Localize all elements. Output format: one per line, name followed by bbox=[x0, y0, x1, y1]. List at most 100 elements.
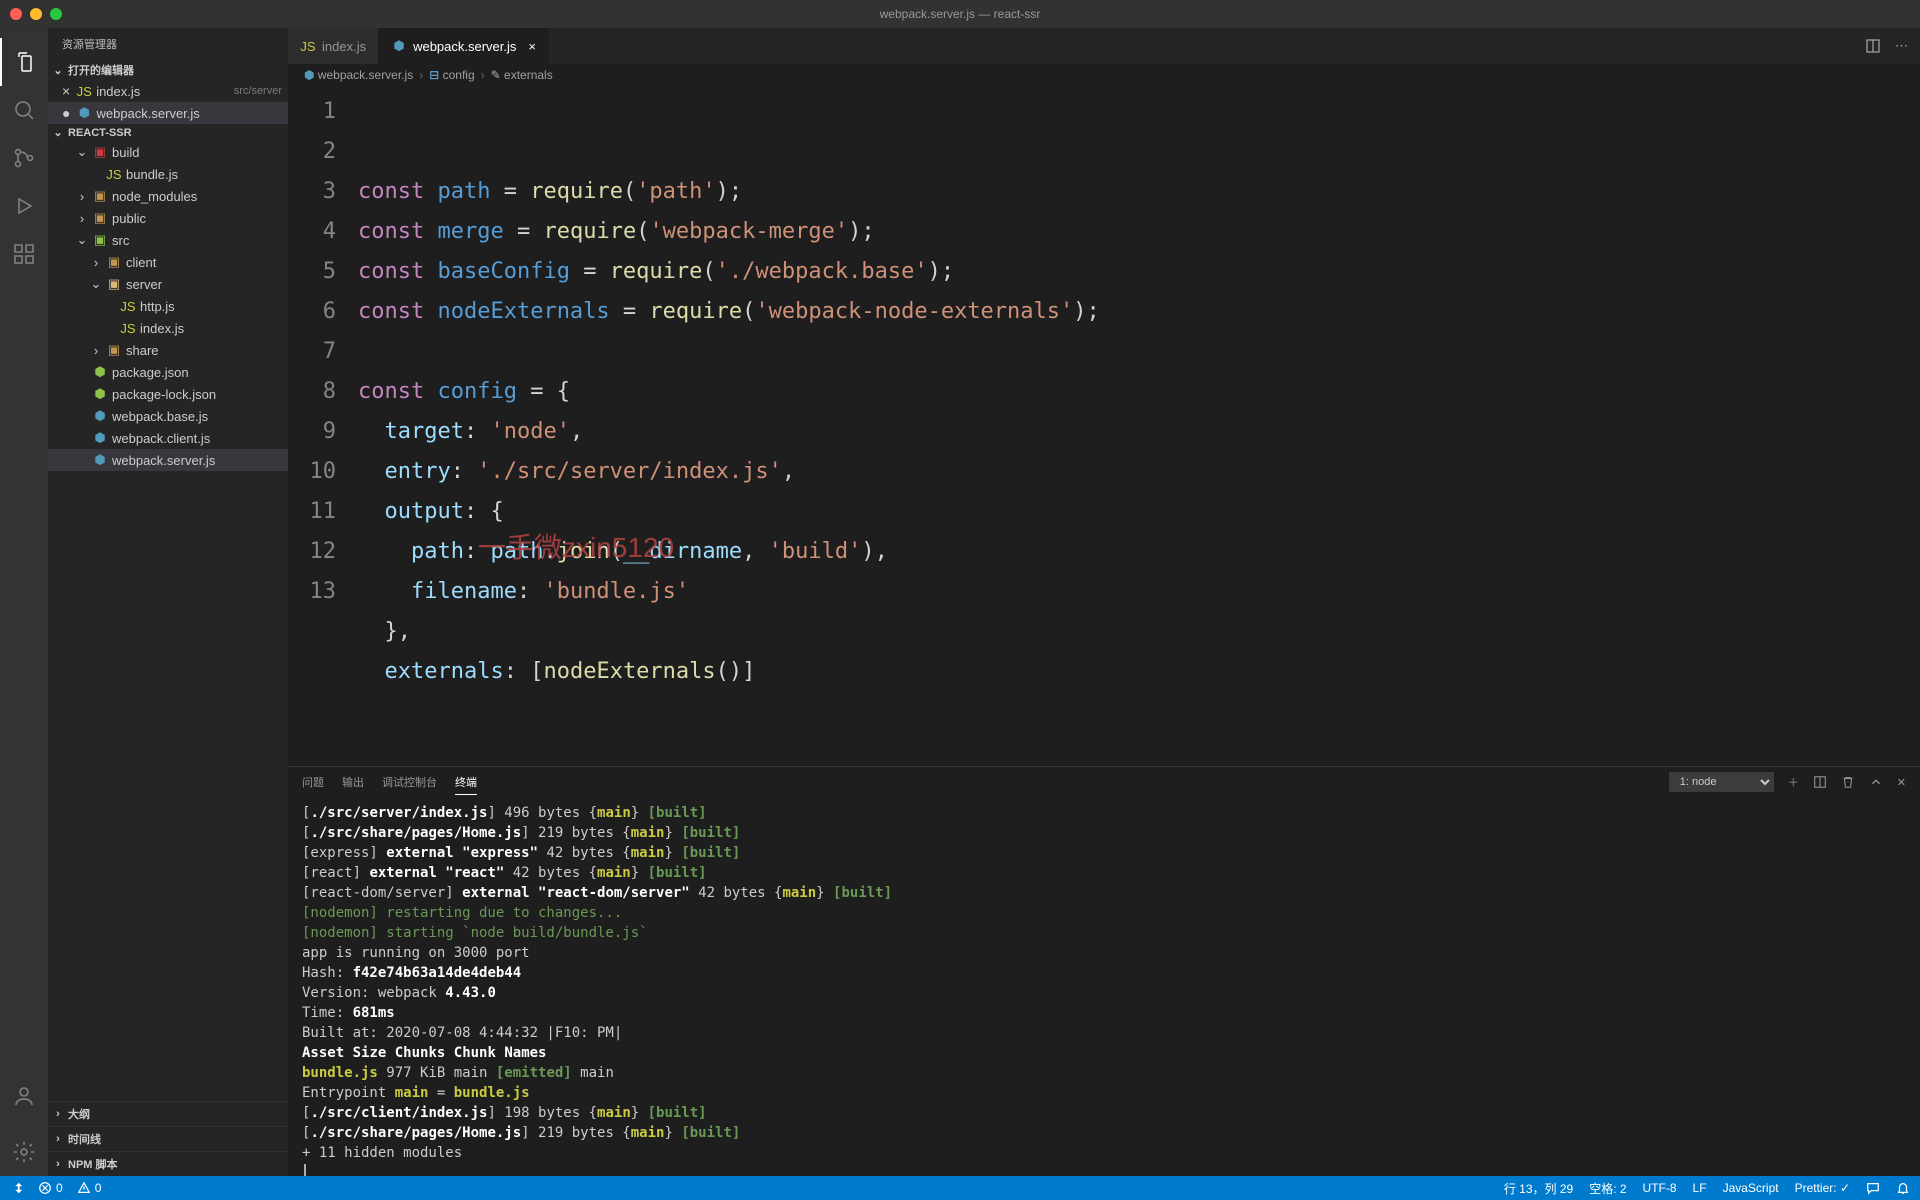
open-editors-list: ×JSindex.jssrc/server●⬢webpack.server.js bbox=[48, 80, 288, 124]
open-editor-item[interactable]: ×JSindex.jssrc/server bbox=[48, 80, 288, 102]
file-icon: ⬢ bbox=[76, 105, 92, 121]
close-panel-icon[interactable]: ✕ bbox=[1897, 776, 1906, 789]
folder-item[interactable]: ›▣node_modules bbox=[48, 185, 288, 207]
folder-item[interactable]: ›▣client bbox=[48, 251, 288, 273]
breadcrumb-item[interactable]: ⬢ webpack.server.js bbox=[304, 68, 413, 82]
prettier-status[interactable]: Prettier: ✓ bbox=[1795, 1181, 1850, 1195]
search-icon[interactable] bbox=[0, 86, 48, 134]
terminal-line: bundle.js 977 KiB main [emitted] main bbox=[302, 1063, 1906, 1083]
terminal-line: Time: 681ms bbox=[302, 1003, 1906, 1023]
file-icon: ▣ bbox=[92, 232, 108, 248]
new-terminal-icon[interactable]: ＋ bbox=[1788, 774, 1799, 790]
terminal-line: [nodemon] restarting due to changes... bbox=[302, 903, 1906, 923]
bell-icon[interactable] bbox=[1896, 1181, 1910, 1195]
file-icon: ⬢ bbox=[92, 452, 108, 468]
terminal-line: [express] external "express" 42 bytes {m… bbox=[302, 843, 1906, 863]
more-actions-icon[interactable]: ⋯ bbox=[1895, 38, 1908, 54]
feedback-icon[interactable] bbox=[1866, 1181, 1880, 1195]
eol[interactable]: LF bbox=[1693, 1181, 1707, 1195]
chevron-down-icon: ⌄ bbox=[52, 126, 64, 139]
file-item[interactable]: ⬢ webpack.server.js bbox=[48, 449, 288, 471]
traffic-lights bbox=[10, 8, 62, 20]
encoding[interactable]: UTF-8 bbox=[1643, 1181, 1677, 1195]
item-label: client bbox=[126, 255, 282, 270]
indentation[interactable]: 空格: 2 bbox=[1589, 1180, 1626, 1197]
close-window-button[interactable] bbox=[10, 8, 22, 20]
panel-tab[interactable]: 输出 bbox=[342, 770, 364, 794]
file-icon: ⬢ bbox=[92, 386, 108, 402]
source-control-icon[interactable] bbox=[0, 134, 48, 182]
cursor-position[interactable]: 行 13，列 29 bbox=[1504, 1180, 1573, 1197]
split-editor-icon[interactable] bbox=[1865, 38, 1881, 54]
debug-icon[interactable] bbox=[0, 182, 48, 230]
breadcrumbs[interactable]: ⬢ webpack.server.js›⊟ config›✎ externals bbox=[288, 64, 1920, 86]
errors-count[interactable]: 0 bbox=[38, 1181, 63, 1195]
editor-body[interactable]: 12345678910111213 const path = require('… bbox=[288, 86, 1920, 766]
editor-tab[interactable]: ⬢webpack.server.js× bbox=[379, 28, 549, 64]
file-icon: JS bbox=[300, 39, 316, 54]
file-path: src/server bbox=[234, 85, 282, 97]
folder-item[interactable]: ›▣share bbox=[48, 339, 288, 361]
file-item[interactable]: ⬢package.json bbox=[48, 361, 288, 383]
file-item[interactable]: JSbundle.js bbox=[48, 163, 288, 185]
file-icon: ▣ bbox=[92, 210, 108, 226]
remote-indicator[interactable] bbox=[10, 1181, 24, 1195]
settings-icon[interactable] bbox=[0, 1128, 48, 1176]
folder-item[interactable]: ⌄▣src bbox=[48, 229, 288, 251]
kill-terminal-icon[interactable] bbox=[1841, 775, 1855, 789]
code-content[interactable]: const path = require('path');const merge… bbox=[358, 86, 1920, 766]
panel-tab[interactable]: 调试控制台 bbox=[382, 770, 437, 794]
folder-item[interactable]: ⌄▣server bbox=[48, 273, 288, 295]
titlebar: webpack.server.js — react-ssr bbox=[0, 0, 1920, 28]
terminal-output[interactable]: [./src/server/index.js] 496 bytes {main}… bbox=[288, 797, 1920, 1176]
split-terminal-icon[interactable] bbox=[1813, 775, 1827, 789]
item-label: package-lock.json bbox=[112, 387, 282, 402]
terminal-line: [./src/client/index.js] 198 bytes {main}… bbox=[302, 1103, 1906, 1123]
chevron-right-icon: › bbox=[52, 1133, 64, 1145]
file-icon: JS bbox=[120, 321, 136, 336]
file-item[interactable]: ⬢webpack.client.js bbox=[48, 427, 288, 449]
item-label: webpack.server.js bbox=[112, 453, 282, 468]
language-mode[interactable]: JavaScript bbox=[1723, 1181, 1779, 1195]
terminal-line: [./src/share/pages/Home.js] 219 bytes {m… bbox=[302, 1123, 1906, 1143]
file-item[interactable]: ⬢webpack.base.js bbox=[48, 405, 288, 427]
sidebar-section-header[interactable]: ›NPM 脚本 bbox=[48, 1151, 288, 1176]
namespace-icon: ⊟ bbox=[429, 68, 439, 82]
file-item[interactable]: JSindex.js bbox=[48, 317, 288, 339]
account-icon[interactable] bbox=[0, 1072, 48, 1120]
chevron-icon: › bbox=[90, 255, 102, 270]
project-header[interactable]: ⌄ REACT-SSR bbox=[48, 124, 288, 141]
open-editor-item[interactable]: ●⬢webpack.server.js bbox=[48, 102, 288, 124]
sidebar-section-header[interactable]: ›时间线 bbox=[48, 1126, 288, 1151]
bottom-panel: 问题输出调试控制台终端 1: node ＋ ✕ bbox=[288, 766, 1920, 1176]
modified-indicator[interactable]: ● bbox=[62, 105, 70, 121]
breadcrumb-item[interactable]: ⊟ config bbox=[429, 68, 474, 82]
sidebar-section-header[interactable]: ›大纲 bbox=[48, 1101, 288, 1126]
warnings-count[interactable]: 0 bbox=[77, 1181, 102, 1195]
property-icon: ✎ bbox=[491, 68, 501, 82]
item-label: webpack.base.js bbox=[112, 409, 282, 424]
chevron-icon: › bbox=[76, 211, 88, 226]
close-icon[interactable]: × bbox=[62, 83, 70, 99]
terminal-line: Entrypoint main = bundle.js bbox=[302, 1083, 1906, 1103]
chevron-icon: › bbox=[76, 189, 88, 204]
chevron-icon: ⌄ bbox=[76, 232, 88, 248]
open-editors-header[interactable]: ⌄ 打开的编辑器 bbox=[48, 60, 288, 80]
editor-tab[interactable]: JSindex.js bbox=[288, 28, 379, 64]
folder-item[interactable]: ›▣public bbox=[48, 207, 288, 229]
panel-tab[interactable]: 终端 bbox=[455, 770, 477, 795]
file-item[interactable]: ⬢ package-lock.json bbox=[48, 383, 288, 405]
minimize-window-button[interactable] bbox=[30, 8, 42, 20]
extensions-icon[interactable] bbox=[0, 230, 48, 278]
explorer-icon[interactable] bbox=[0, 38, 48, 86]
panel-tab[interactable]: 问题 bbox=[302, 770, 324, 794]
maximize-panel-icon[interactable] bbox=[1869, 775, 1883, 789]
maximize-window-button[interactable] bbox=[50, 8, 62, 20]
terminal-line: [nodemon] starting `node build/bundle.js… bbox=[302, 923, 1906, 943]
folder-item[interactable]: ⌄▣build bbox=[48, 141, 288, 163]
breadcrumb-item[interactable]: ✎ externals bbox=[491, 68, 553, 82]
close-icon[interactable]: × bbox=[528, 39, 536, 54]
file-item[interactable]: JShttp.js bbox=[48, 295, 288, 317]
chevron-right-icon: › bbox=[52, 1108, 64, 1120]
terminal-select[interactable]: 1: node bbox=[1669, 772, 1774, 792]
